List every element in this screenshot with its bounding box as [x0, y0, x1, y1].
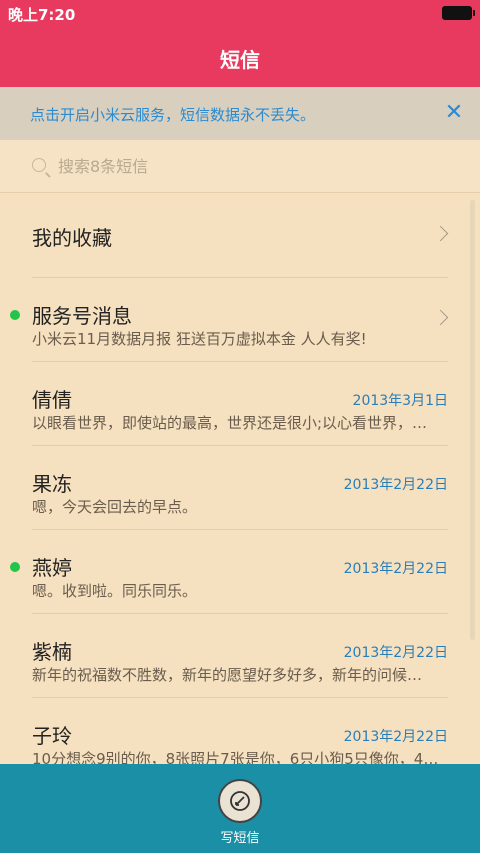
- unread-dot: [10, 562, 20, 572]
- conversation-row[interactable]: 燕婷嗯。收到啦。同乐同乐。 2013年2月22日: [10, 530, 448, 614]
- message-snippet: 小米云11月数据月报 狂送百万虚拟本金 人人有奖!: [32, 330, 367, 348]
- conversation-row[interactable]: 服务号消息小米云11月数据月报 狂送百万虚拟本金 人人有奖!: [10, 278, 449, 362]
- message-date: 2013年3月1日: [352, 393, 448, 409]
- compose-button[interactable]: [218, 779, 262, 823]
- contact-name: 燕婷: [32, 556, 72, 580]
- message-snippet: 以眼看世界，即使站的最高，世界还是很小;以心看世界，…: [32, 414, 428, 432]
- compose-icon: [230, 791, 250, 811]
- app-header: 晚上7:20 短信: [0, 0, 480, 87]
- message-snippet: 新年的祝福数不胜数，新年的愿望好多好多，新年的问候…: [32, 666, 423, 684]
- status-time: 晚上7:20: [8, 6, 76, 24]
- conversation-row[interactable]: 我的收藏: [32, 194, 449, 278]
- conversation-list: 我的收藏 服务号消息 小米云11月数据月报 狂送百万虚拟本金 人人有奖! 倩倩 以眼看世…: [0, 194, 480, 764]
- close-icon[interactable]: ✕: [442, 101, 466, 125]
- contact-name: 服务号消息: [32, 304, 132, 328]
- conversation-row[interactable]: 果冻嗯，今天会回去的早点。 2013年2月22日: [32, 446, 448, 530]
- cloud-service-banner[interactable]: 点击开启小米云服务，短信数据永不丢失。 ✕: [0, 87, 480, 140]
- conversation-row[interactable]: 紫楠新年的祝福数不胜数，新年的愿望好多好多，新年的问候… 2013年2月22日: [32, 614, 448, 698]
- contact-name: 我的收藏: [32, 226, 112, 250]
- chevron-right-icon: [432, 225, 449, 242]
- scrollbar[interactable]: [470, 200, 475, 640]
- search-input[interactable]: [58, 153, 438, 179]
- message-snippet: 10分想念9别的你，8张照片7张是你，6只小狗5只像你，4…: [32, 750, 439, 764]
- chevron-right-icon: [432, 309, 449, 326]
- banner-text[interactable]: 点击开启小米云服务，短信数据永不丢失。: [30, 104, 315, 125]
- conversation-row[interactable]: 子玲 10分想念9别的你，8张照片7张是你，6只小狗5只像你，4… 2013年2月2…: [32, 698, 448, 764]
- compose-label[interactable]: 写短信: [0, 827, 480, 846]
- message-date: 2013年2月22日: [343, 477, 448, 493]
- page-title: 短信: [220, 48, 260, 72]
- message-snippet: 嗯。收到啦。同乐同乐。: [32, 582, 198, 600]
- contact-name: 紫楠: [32, 640, 72, 664]
- contact-name: 子玲: [32, 724, 72, 748]
- message-date: 2013年2月22日: [343, 729, 448, 745]
- message-date: 2013年2月22日: [343, 561, 448, 577]
- message-date: 2013年2月22日: [343, 645, 448, 661]
- contact-name: 果冻: [32, 472, 72, 496]
- search-bar[interactable]: [0, 140, 480, 193]
- search-icon: [32, 158, 46, 172]
- message-snippet: 嗯，今天会回去的早点。: [32, 498, 198, 516]
- battery-icon: [442, 6, 475, 20]
- unread-dot: [10, 310, 20, 320]
- conversation-row[interactable]: 倩倩以眼看世界，即使站的最高，世界还是很小;以心看世界，… 2013年3月1日: [32, 362, 448, 446]
- contact-name: 倩倩: [32, 388, 72, 412]
- status-bar: 晚上7:20: [0, 0, 480, 26]
- footer-bar: 写短信: [0, 764, 480, 853]
